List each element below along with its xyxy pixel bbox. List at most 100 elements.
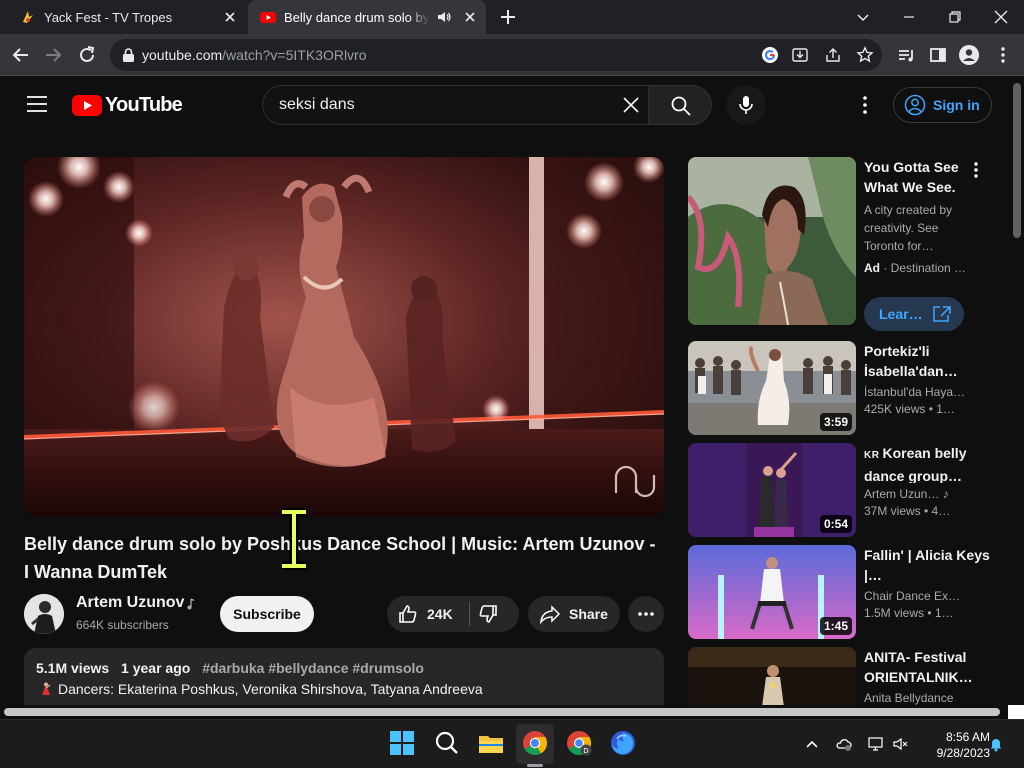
search-icon (671, 96, 691, 116)
close-window-icon[interactable] (990, 6, 1012, 28)
view-count: 5.1M views (36, 660, 110, 676)
subscribe-button[interactable]: Subscribe (220, 596, 314, 632)
ad-more-icon[interactable] (968, 161, 984, 179)
firefox-icon[interactable] (610, 730, 636, 756)
restore-window-icon[interactable] (944, 6, 966, 28)
like-dislike-group: 24K (387, 596, 519, 632)
related-video-info[interactable]: Fallin' | Alicia Keys |… Chair Dance Exp… (864, 545, 1004, 620)
speaker-audio-icon[interactable] (436, 9, 452, 25)
windows-taskbar: D 8:56 AM 9/28/2023 (0, 719, 1024, 768)
share-label: Share (569, 606, 608, 622)
related-video-meta: 1.5M views • 1… (864, 606, 954, 620)
learn-more-button[interactable]: Lear… (864, 297, 964, 331)
ad-title: You Gotta See What We See. (864, 159, 959, 195)
search-icon[interactable] (434, 730, 460, 756)
related-video-info[interactable]: KR Korean belly dance group… Artem Uzun… … (864, 443, 1004, 518)
youtube-page: YouTube seksi dans Sign in Belly dance d… (0, 77, 1010, 705)
channel-name[interactable]: Artem Uzunov (76, 594, 184, 612)
close-tab-icon[interactable] (222, 9, 238, 25)
description-box[interactable]: 5.1M views 1 year ago #darbuka #bellydan… (24, 648, 664, 705)
tab-search-chevron-icon[interactable] (852, 6, 874, 28)
svg-text:D: D (583, 747, 588, 755)
url-text[interactable]: youtube.com/watch?v=5ITK3ORlvro (142, 47, 367, 63)
related-video-channel: İstanbul'da Hayat… (864, 385, 966, 399)
more-actions-button[interactable] (628, 596, 664, 632)
chrome-dev-profile-icon[interactable]: D (566, 730, 592, 756)
horizontal-scrollbar[interactable] (0, 705, 1024, 719)
system-clock[interactable]: 8:56 AM 9/28/2023 (920, 729, 990, 761)
account-circle-icon (904, 94, 926, 116)
minimize-icon[interactable] (898, 6, 920, 28)
youtube-logo[interactable]: YouTube (72, 94, 183, 116)
file-explorer-icon[interactable] (478, 730, 504, 756)
clear-search-icon[interactable] (621, 95, 641, 115)
settings-more-icon[interactable] (856, 95, 874, 115)
lock-icon[interactable] (122, 48, 135, 62)
video-duration: 0:54 (819, 515, 852, 533)
install-app-icon[interactable] (791, 46, 809, 64)
voice-search-button[interactable] (726, 85, 766, 125)
share-button[interactable]: Share (528, 596, 620, 632)
thumbs-down-icon[interactable] (477, 603, 501, 625)
network-status-icon[interactable] (868, 736, 884, 752)
address-bar[interactable]: youtube.com/watch?v=5ITK3ORlvro (110, 39, 882, 71)
related-video-thumbnail[interactable]: 1:45 (688, 545, 856, 639)
learn-more-label: Lear… (879, 306, 923, 322)
ad-source-line: Ad · Destination … (864, 261, 966, 275)
vertical-scrollbar[interactable] (1010, 77, 1024, 705)
search-button[interactable] (648, 85, 712, 125)
related-video-title: ANITA- Festival ORIENTALNIK… (864, 649, 973, 685)
tab-tv-tropes[interactable]: Yack Fest - TV Tropes (8, 0, 246, 34)
like-button[interactable]: 24K (387, 596, 469, 632)
bookmark-star-icon[interactable] (856, 46, 874, 64)
forward-arrow-icon[interactable] (42, 44, 64, 66)
description-meta: 5.1M views 1 year ago #darbuka #bellydan… (36, 660, 432, 676)
back-arrow-icon[interactable] (10, 44, 32, 66)
google-lens-icon[interactable] (761, 46, 779, 64)
related-video-thumbnail[interactable]: 3:59 (688, 341, 856, 435)
new-tab-plus-icon[interactable] (498, 7, 518, 27)
side-panel-icon[interactable] (927, 44, 949, 66)
tab-youtube[interactable]: Belly dance drum solo by Po (248, 0, 486, 34)
music-note-icon (187, 598, 195, 610)
hamburger-menu-icon[interactable] (26, 95, 48, 113)
media-queue-icon[interactable] (895, 44, 917, 66)
chrome-icon[interactable] (522, 730, 548, 756)
channel-avatar[interactable] (24, 594, 64, 634)
ad-thumbnail[interactable] (688, 157, 856, 325)
reload-icon[interactable] (76, 44, 98, 66)
url-path: /watch?v=5ITK3ORlvro (222, 47, 367, 63)
sign-in-label: Sign in (933, 97, 980, 113)
channel-row: Artem Uzunov 664K subscribers Subscribe … (24, 593, 664, 635)
profile-icon[interactable] (958, 44, 980, 66)
share-page-icon[interactable] (824, 46, 842, 64)
notification-bell-icon[interactable] (988, 736, 1004, 752)
show-hidden-icons-chevron-icon[interactable] (804, 736, 820, 752)
vertical-scrollbar-thumb[interactable] (1013, 83, 1021, 238)
hashtags[interactable]: #darbuka #bellydance #drumsolo (202, 660, 424, 676)
horizontal-scrollbar-thumb[interactable] (4, 708, 1000, 716)
volume-muted-icon[interactable] (893, 736, 909, 752)
like-divider (469, 602, 470, 626)
windows-start-icon[interactable] (389, 730, 415, 756)
related-video-info[interactable]: Portekiz'li İsabella'dan… İstanbul'da Ha… (864, 341, 1004, 416)
related-video-title-row: KR Korean belly dance group… (864, 443, 1004, 483)
search-box[interactable]: seksi dans (262, 85, 648, 125)
video-duration: 1:45 (819, 617, 852, 635)
ad-thumbnail-image (688, 157, 856, 325)
ad-badge: Ad (864, 261, 880, 275)
related-video-info[interactable]: ANITA- Festival ORIENTALNIK… Anita Belly… (864, 647, 1004, 705)
related-video-thumbnail[interactable]: 0:54 (688, 443, 856, 537)
onedrive-cloud-icon[interactable] (836, 736, 852, 752)
sign-in-button[interactable]: Sign in (893, 87, 992, 123)
search-input[interactable]: seksi dans (279, 96, 355, 114)
dancers-list: Dancers: Ekaterina Poshkus, Veronika Shi… (58, 681, 483, 697)
browser-menu-icon[interactable] (992, 44, 1014, 66)
clock-time: 8:56 AM (945, 730, 990, 744)
tab-title: Yack Fest - TV Tropes (44, 9, 173, 25)
browser-toolbar: youtube.com/watch?v=5ITK3ORlvro (0, 34, 1024, 76)
youtube-header: YouTube seksi dans Sign in (0, 77, 1010, 133)
close-tab-icon[interactable] (462, 9, 478, 25)
related-video-thumbnail[interactable] (688, 647, 856, 705)
video-player[interactable] (24, 157, 664, 517)
